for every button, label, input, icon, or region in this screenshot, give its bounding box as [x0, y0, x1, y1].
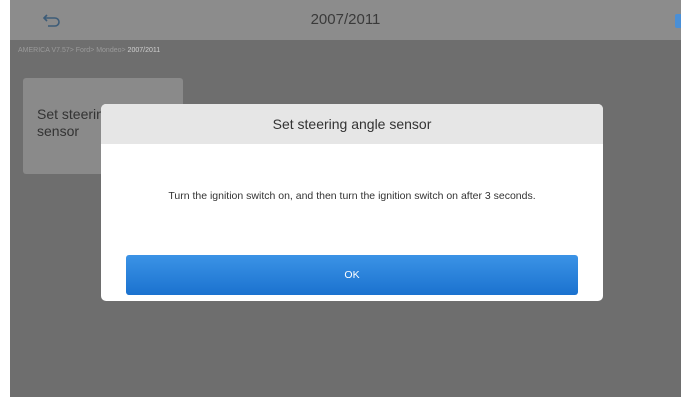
ok-button[interactable]: OK [126, 255, 578, 295]
dialog-title: Set steering angle sensor [101, 104, 603, 144]
app-window: 2007/2011 AMERICA V7.57> Ford> Mondeo> 2… [10, 0, 681, 397]
breadcrumb: AMERICA V7.57> Ford> Mondeo> 2007/2011 [18, 47, 160, 54]
modal-dialog: Set steering angle sensor Turn the ignit… [101, 104, 603, 301]
top-bar: 2007/2011 [10, 0, 681, 40]
menu-icon[interactable] [675, 14, 681, 28]
breadcrumb-path: AMERICA V7.57> Ford> Mondeo> [18, 47, 128, 54]
page-title: 2007/2011 [310, 11, 381, 28]
breadcrumb-current: 2007/2011 [127, 47, 161, 54]
dialog-message: Turn the ignition switch on, and then tu… [168, 190, 536, 202]
